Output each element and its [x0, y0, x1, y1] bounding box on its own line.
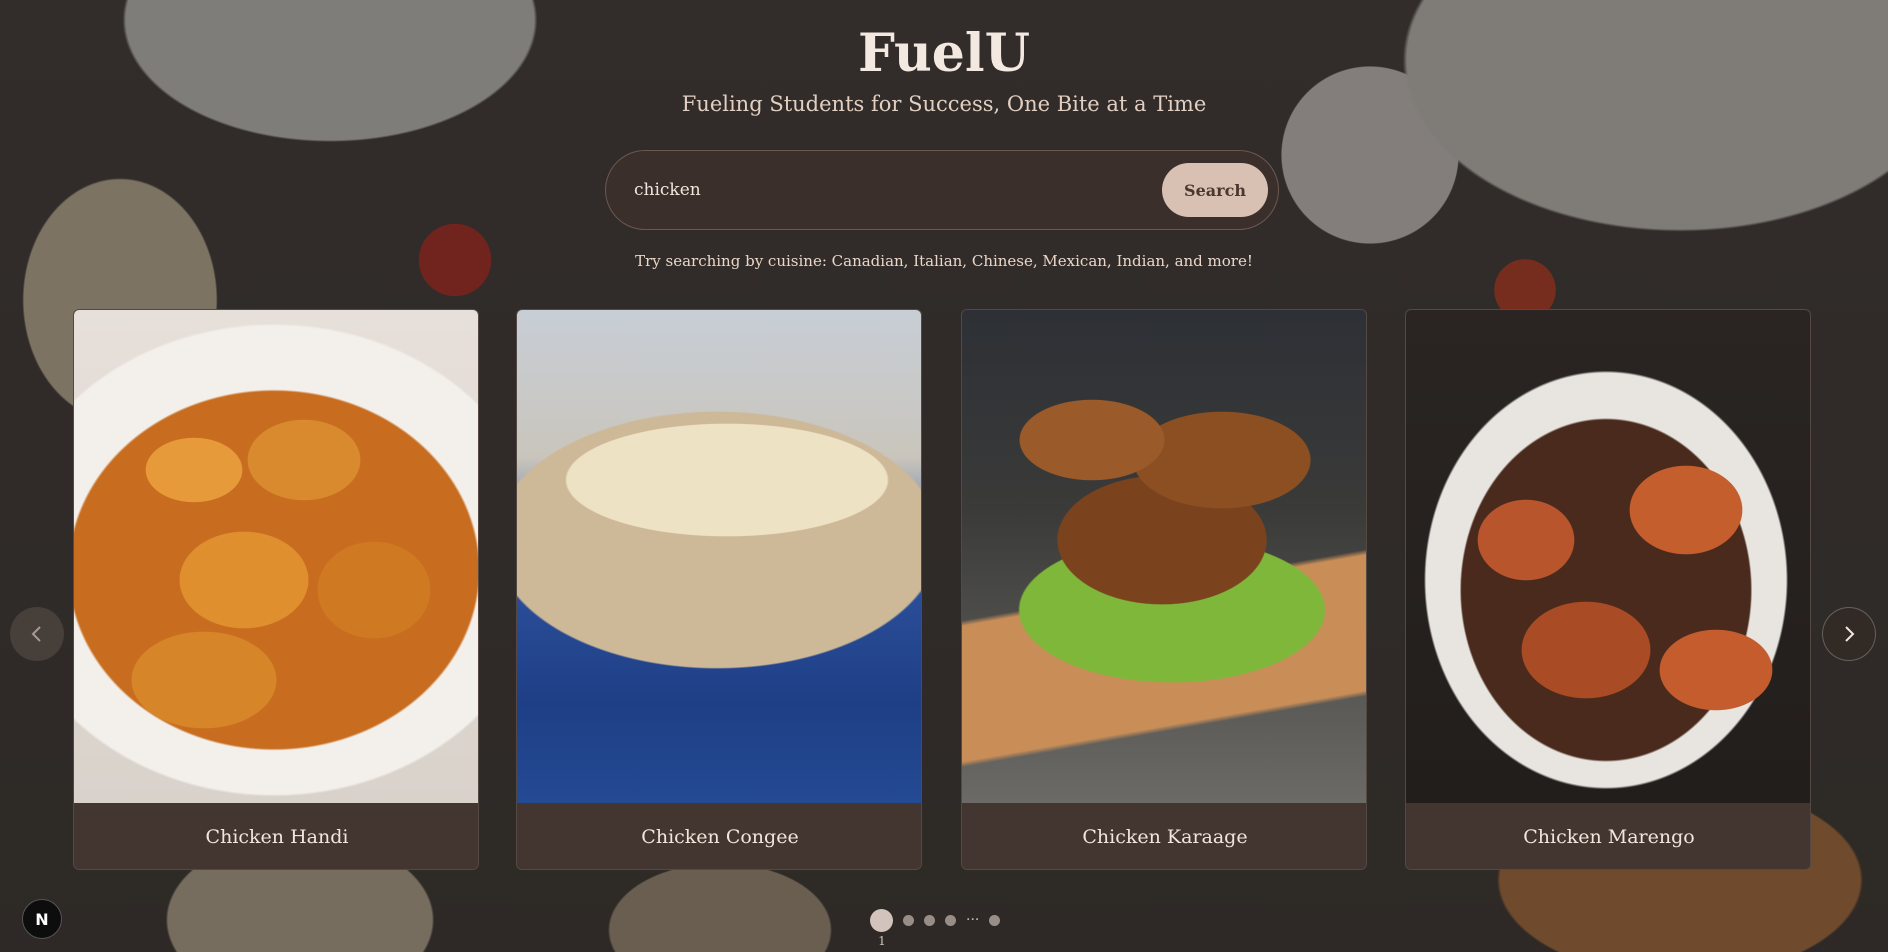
- recipe-carousel: Chicken Handi Chicken Congee Chicken Kar…: [73, 309, 1813, 871]
- recipe-image: [74, 310, 478, 803]
- current-page-number: 1: [878, 934, 886, 948]
- recipe-title: Chicken Handi: [74, 803, 478, 869]
- pagination-ellipsis: ···: [966, 911, 980, 928]
- carousel-next-button[interactable]: [1822, 607, 1876, 661]
- recipe-card[interactable]: Chicken Marengo: [1405, 309, 1811, 870]
- pagination-dot[interactable]: [903, 914, 914, 926]
- pagination-dot[interactable]: [945, 914, 956, 926]
- carousel-pagination: ···: [870, 908, 1001, 932]
- recipe-image: [962, 310, 1366, 803]
- recipe-image: [517, 310, 921, 803]
- recipe-title: Chicken Karaage: [962, 803, 1366, 869]
- search-hint: Try searching by cuisine: Canadian, Ital…: [635, 252, 1253, 270]
- pagination-dot-active[interactable]: [870, 908, 893, 932]
- recipe-image: [1406, 310, 1810, 803]
- search-input[interactable]: [632, 179, 1162, 201]
- recipe-card[interactable]: Chicken Karaage: [961, 309, 1367, 870]
- search-button[interactable]: Search: [1162, 163, 1268, 217]
- chevron-left-icon: [31, 626, 41, 642]
- recipe-title: Chicken Marengo: [1406, 803, 1810, 869]
- recipe-title: Chicken Congee: [517, 803, 921, 869]
- recipe-card[interactable]: Chicken Congee: [516, 309, 922, 870]
- dev-tools-badge[interactable]: N: [22, 899, 62, 939]
- header: FuelU Fueling Students for Success, One …: [0, 22, 1888, 116]
- app-title: FuelU: [858, 23, 1030, 84]
- app-subtitle: Fueling Students for Success, One Bite a…: [681, 92, 1207, 116]
- pagination-dot[interactable]: [924, 914, 935, 926]
- chevron-right-icon: [1845, 626, 1855, 642]
- page: FuelU Fueling Students for Success, One …: [0, 0, 1888, 952]
- pagination-dot[interactable]: [989, 914, 1001, 926]
- search-bar: Search: [605, 150, 1279, 230]
- recipe-card[interactable]: Chicken Handi: [73, 309, 479, 870]
- carousel-prev-button[interactable]: [10, 607, 64, 661]
